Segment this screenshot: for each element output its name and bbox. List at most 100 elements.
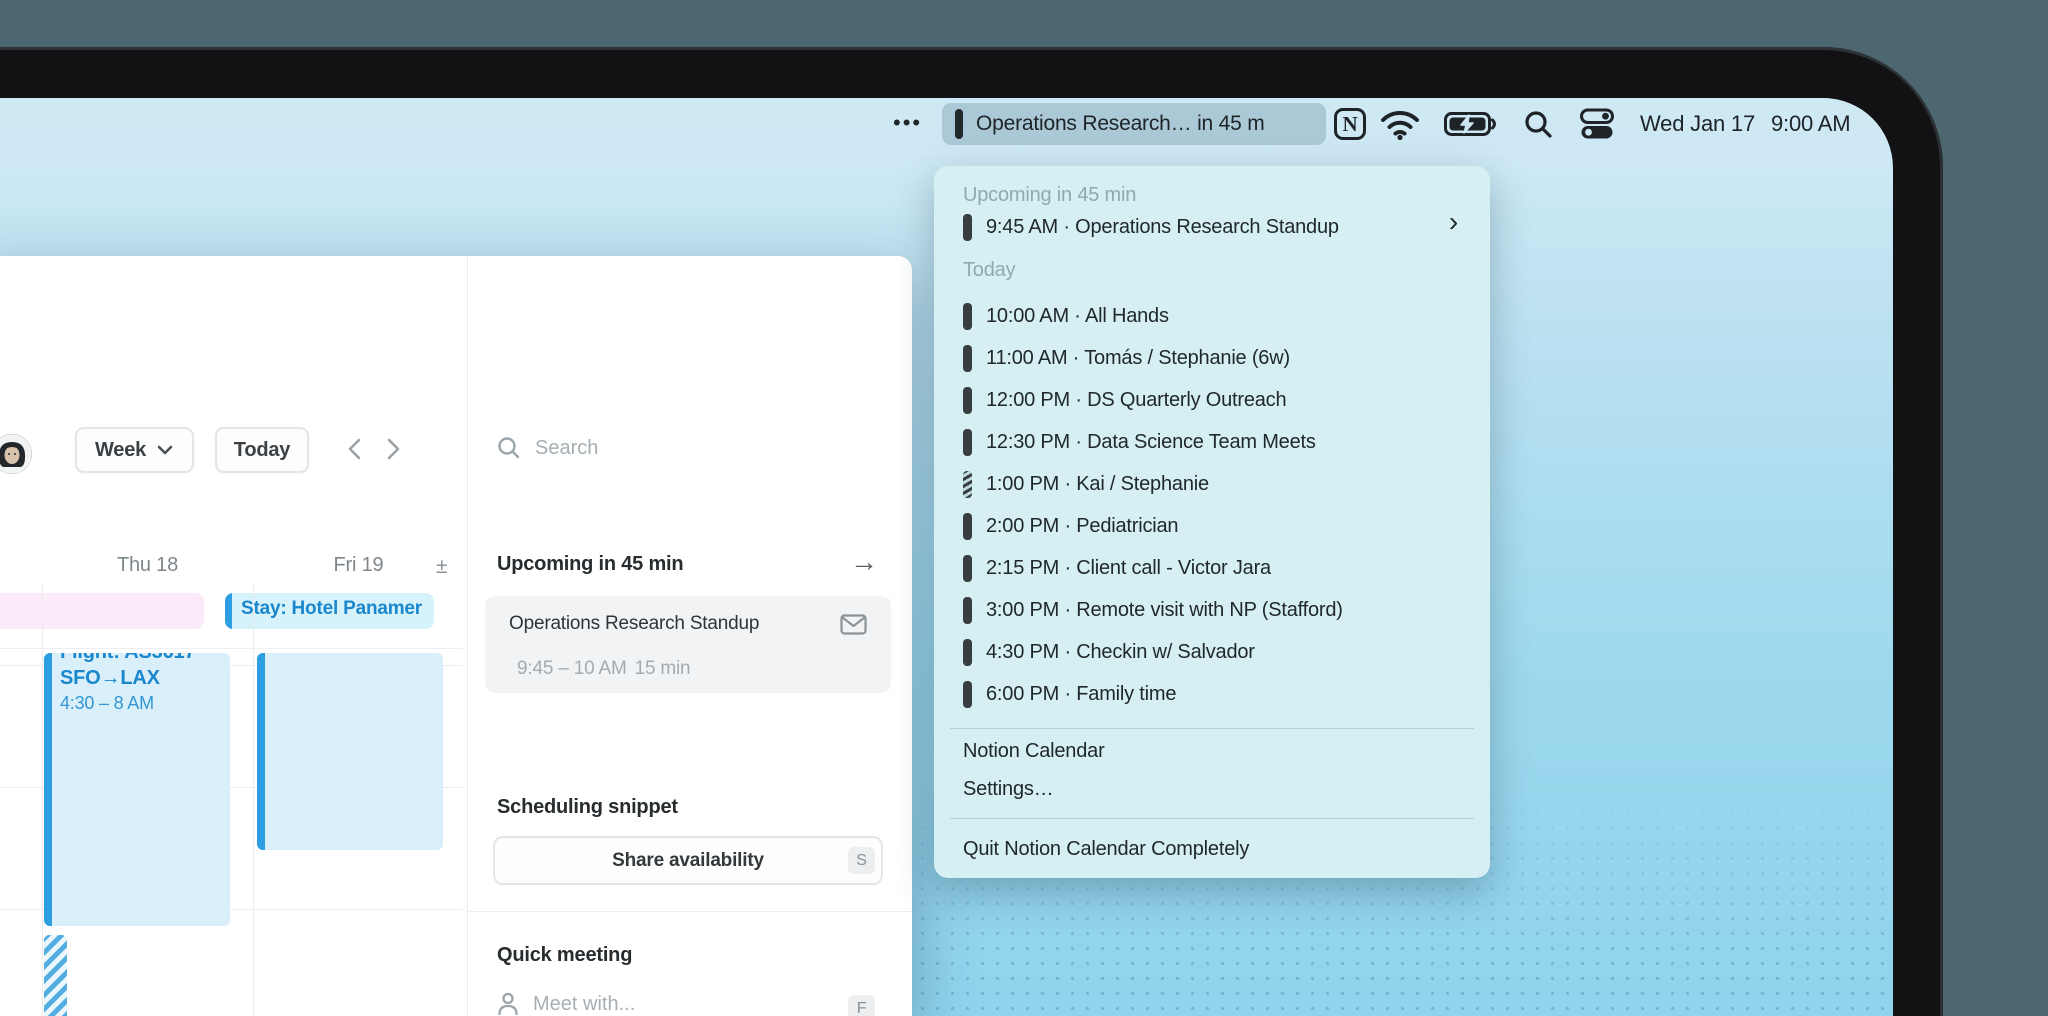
event-color-bar	[44, 653, 52, 926]
dropdown-today-header: Today	[963, 259, 1016, 281]
event-color-bar-icon	[963, 596, 972, 624]
event-color-bar-icon	[963, 344, 972, 372]
event-color-bar	[257, 653, 265, 850]
event-color-bar-icon	[955, 109, 963, 139]
menubar-upcoming-label: Operations Research… in 45 m	[976, 112, 1265, 135]
event-flight-time: 4:30 – 8 AM	[60, 693, 154, 713]
search-input[interactable]	[535, 436, 775, 460]
upcoming-header: Upcoming in 45 min	[497, 553, 684, 575]
event-color-bar	[225, 593, 232, 629]
event-color-bar-icon	[963, 554, 972, 582]
dropdown-upcoming-header: Upcoming in 45 min	[963, 184, 1137, 206]
day-header-thu[interactable]: Thu 18	[42, 554, 253, 577]
dropdown-event-item[interactable]: 4:30 PM · Checkin w/ Salvador	[963, 631, 1472, 673]
dropdown-event-label: 11:00 AM · Tomás / Stephanie (6w)	[986, 346, 1290, 369]
desktop: ••• Operations Research… in 45 m N Wed J…	[0, 98, 1893, 1016]
search-icon	[498, 437, 520, 459]
event-flight[interactable]: Flight: AS3617 SFO→LAX 4:30 – 8 AM	[44, 653, 230, 926]
menubar-overflow-icon[interactable]: •••	[893, 98, 922, 150]
card-title: Operations Research Standup	[509, 613, 760, 634]
dropdown-event-label: 2:00 PM · Pediatrician	[986, 514, 1179, 537]
dropdown-featured-event[interactable]: 9:45 AM · Operations Research Standup ›	[963, 206, 1472, 248]
upcoming-event-card[interactable]: Operations Research Standup 9:45 – 10 AM…	[485, 596, 891, 693]
quick-meeting-header: Quick meeting	[497, 944, 633, 966]
meet-with-input[interactable]	[533, 992, 773, 1016]
shortcut-key-f: F	[848, 995, 875, 1016]
notion-app-icon[interactable]: N	[1334, 108, 1366, 140]
event-striped-bar-icon	[963, 470, 972, 498]
shortcut-key-s: S	[848, 847, 875, 874]
arrow-right-icon[interactable]: →	[850, 546, 878, 578]
event-flight-title: Flight: AS3617	[60, 653, 226, 665]
scheduling-header: Scheduling snippet	[497, 796, 678, 818]
event-color-bar-icon	[963, 512, 972, 540]
dropdown-event-item[interactable]: 12:00 PM · DS Quarterly Outreach	[963, 379, 1472, 421]
search-row[interactable]	[497, 436, 775, 460]
menu-divider	[950, 818, 1474, 819]
menu-item-notion-calendar[interactable]: Notion Calendar	[963, 740, 1105, 763]
dropdown-event-label: 4:30 PM · Checkin w/ Salvador	[986, 640, 1255, 663]
dropdown-featured-label: 9:45 AM · Operations Research Standup	[986, 215, 1339, 238]
dropdown-event-item[interactable]: 11:00 AM · Tomás / Stephanie (6w)	[963, 337, 1472, 379]
notion-calendar-window: Week Today Thu 18 Fri 19 ± Stay: Hotel P…	[0, 256, 912, 1016]
dropdown-event-label: 1:00 PM · Kai / Stephanie	[986, 472, 1209, 495]
battery-charging-icon[interactable]	[1444, 98, 1498, 150]
dropdown-event-item[interactable]: 2:15 PM · Client call - Victor Jara	[963, 547, 1472, 589]
dropdown-event-label: 12:30 PM · Data Science Team Meets	[986, 430, 1316, 453]
timezone-adjust-icon[interactable]: ±	[436, 555, 448, 579]
card-time: 9:45 – 10 AM	[517, 658, 627, 679]
wifi-icon[interactable]	[1379, 98, 1421, 150]
event-color-bar-icon	[963, 680, 972, 708]
menu-divider	[950, 728, 1474, 729]
dropdown-event-label: 2:15 PM · Client call - Victor Jara	[986, 556, 1271, 579]
allday-event-pink[interactable]	[0, 593, 204, 629]
view-selector-label: Week	[94, 438, 147, 461]
menubar-date: Wed Jan 17	[1640, 111, 1756, 136]
event-flight-route: SFO→LAX	[60, 667, 160, 689]
next-week-button[interactable]	[380, 434, 410, 464]
dropdown-event-item[interactable]: 6:00 PM · Family time	[963, 673, 1472, 715]
avatar[interactable]	[0, 434, 32, 474]
event-fri-morning-block[interactable]	[257, 653, 443, 850]
today-button[interactable]: Today	[215, 427, 309, 473]
meet-with-row[interactable]	[497, 992, 773, 1016]
event-color-bar-icon	[963, 428, 972, 456]
email-icon[interactable]	[840, 614, 867, 635]
event-color-bar-icon	[963, 638, 972, 666]
dropdown-event-item[interactable]: 12:30 PM · Data Science Team Meets	[963, 421, 1472, 463]
event-color-bar-icon	[963, 213, 972, 241]
menubar-time: 9:00 AM	[1771, 111, 1851, 136]
event-color-bar-icon	[963, 302, 972, 330]
menu-bar: ••• Operations Research… in 45 m N Wed J…	[0, 98, 1893, 150]
spotlight-search-icon[interactable]	[1523, 98, 1553, 150]
section-divider	[468, 911, 912, 912]
notion-calendar-menubar-dropdown: Upcoming in 45 min 9:45 AM · Operations …	[934, 166, 1490, 878]
control-center-icon[interactable]	[1580, 98, 1614, 150]
panel-divider	[467, 256, 468, 1016]
share-availability-label: Share availability	[612, 849, 764, 871]
menubar-clock[interactable]: Wed Jan 17 9:00 AM	[1640, 98, 1851, 150]
allday-event-title: Stay: Hotel Panamer	[241, 598, 422, 619]
dropdown-event-label: 12:00 PM · DS Quarterly Outreach	[986, 388, 1287, 411]
day-header-fri[interactable]: Fri 19	[253, 554, 464, 577]
view-selector-button[interactable]: Week	[75, 427, 194, 473]
dropdown-event-item[interactable]: 3:00 PM · Remote visit with NP (Stafford…	[963, 589, 1472, 631]
chevron-right-icon: ›	[1448, 206, 1458, 237]
previous-week-button[interactable]	[342, 434, 372, 464]
card-duration: 15 min	[634, 658, 691, 679]
dropdown-event-label: 3:00 PM · Remote visit with NP (Stafford…	[986, 598, 1343, 621]
event-busy-strip[interactable]	[44, 935, 67, 1016]
dropdown-event-label: 6:00 PM · Family time	[986, 682, 1177, 705]
gridline	[0, 648, 463, 649]
chevron-down-icon	[157, 445, 173, 455]
dropdown-event-item[interactable]: 1:00 PM · Kai / Stephanie	[963, 463, 1472, 505]
dropdown-event-item[interactable]: 10:00 AM · All Hands	[963, 295, 1472, 337]
allday-event-stay[interactable]: Stay: Hotel Panamer	[225, 593, 434, 629]
share-availability-button[interactable]: Share availability	[493, 836, 883, 885]
menubar-notion-calendar-item[interactable]: Operations Research… in 45 m	[942, 103, 1326, 145]
menu-item-quit[interactable]: Quit Notion Calendar Completely	[963, 838, 1249, 861]
today-button-label: Today	[233, 438, 291, 461]
event-color-bar-icon	[963, 386, 972, 414]
menu-item-settings[interactable]: Settings…	[963, 778, 1054, 801]
dropdown-event-item[interactable]: 2:00 PM · Pediatrician	[963, 505, 1472, 547]
